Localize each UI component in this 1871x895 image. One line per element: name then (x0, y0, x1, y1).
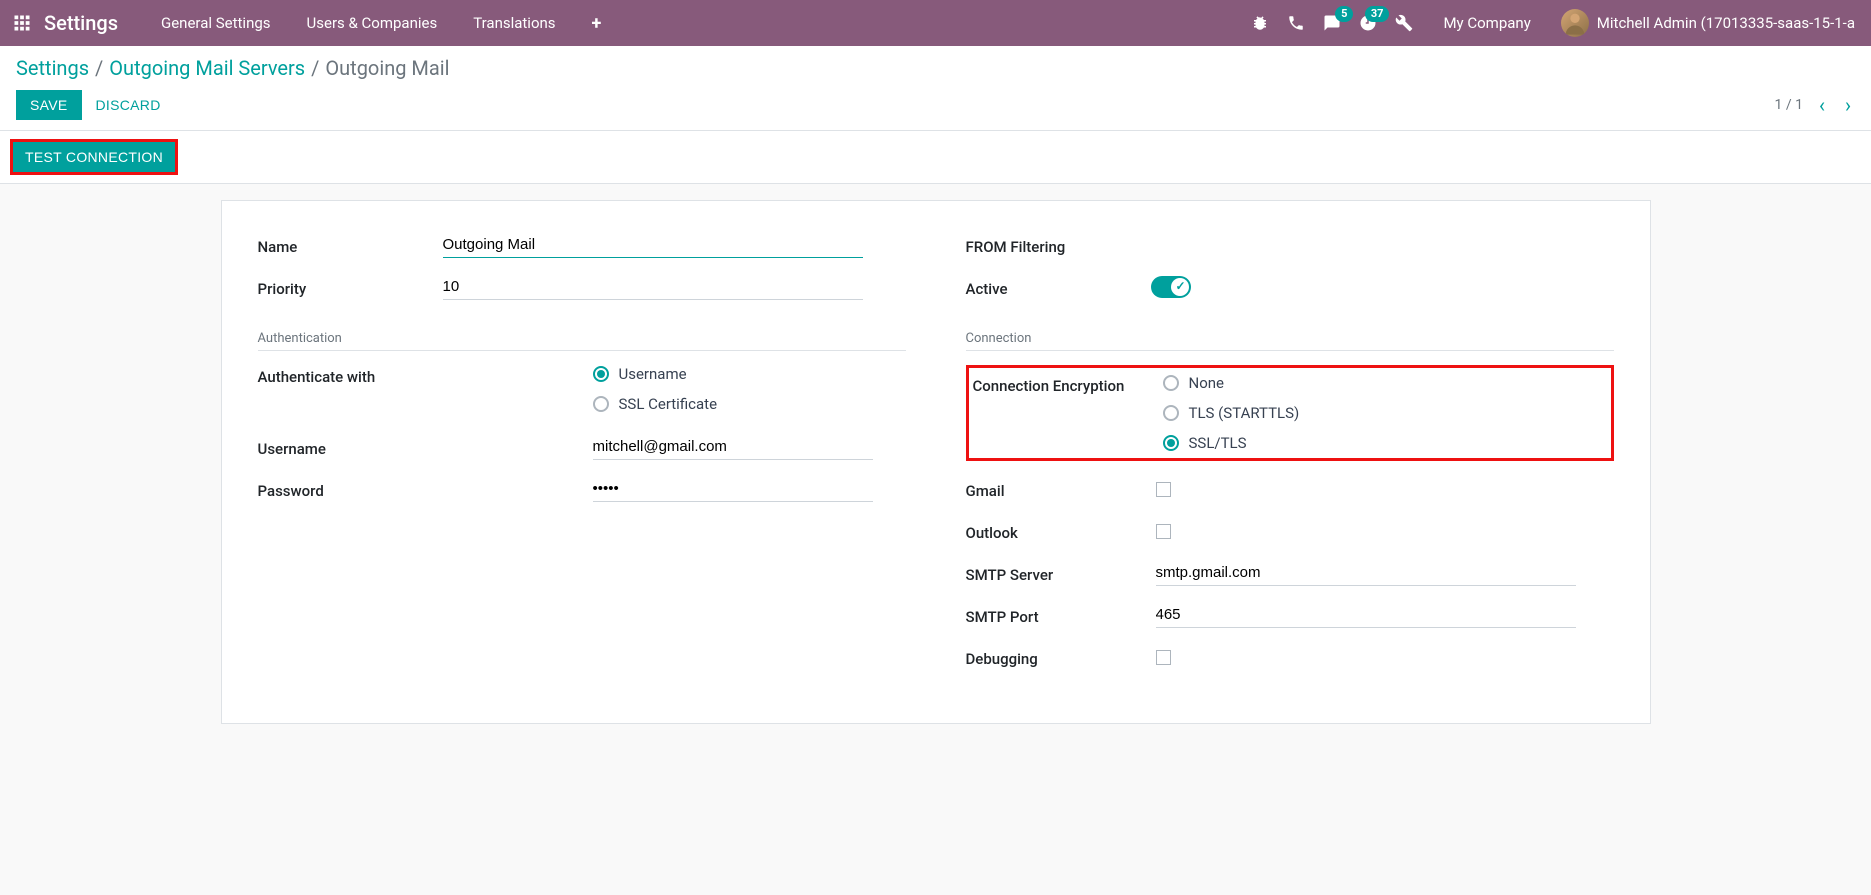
outlook-label: Outlook (966, 521, 1156, 542)
name-input[interactable] (443, 232, 863, 258)
debugging-checkbox[interactable] (1156, 650, 1171, 665)
active-label: Active (966, 277, 1151, 298)
breadcrumb-mail-servers[interactable]: Outgoing Mail Servers (109, 56, 305, 80)
active-toggle[interactable]: ✓ (1151, 276, 1191, 298)
breadcrumb-sep: / (95, 56, 103, 80)
activities-icon[interactable]: 37 (1359, 14, 1377, 32)
connection-section: Connection (966, 331, 1614, 351)
form-sheet: Name Priority Authentication Authenticat… (221, 200, 1651, 724)
name-label: Name (258, 235, 443, 256)
enc-radio-tls[interactable]: TLS (STARTTLS) (1163, 404, 1607, 422)
debugging-label: Debugging (966, 647, 1156, 668)
breadcrumb: Settings / Outgoing Mail Servers / Outgo… (16, 56, 1855, 80)
app-brand[interactable]: Settings (44, 11, 118, 35)
avatar (1561, 9, 1589, 37)
pager-text: 1 / 1 (1775, 97, 1803, 113)
radio-unchecked-icon (1163, 405, 1179, 421)
radio-checked-icon (1163, 435, 1179, 451)
breadcrumb-settings[interactable]: Settings (16, 56, 89, 80)
smtp-server-input[interactable] (1156, 560, 1576, 586)
password-input[interactable] (593, 476, 873, 502)
tools-icon[interactable] (1395, 14, 1413, 32)
auth-radio-group: Username SSL Certificate (593, 365, 906, 413)
systray: 5 37 My Company Mitchell Admin (17013335… (1251, 9, 1855, 37)
enc-radio-ssl[interactable]: SSL/TLS (1163, 434, 1607, 452)
pager-next-icon[interactable]: › (1841, 93, 1855, 117)
gmail-label: Gmail (966, 479, 1156, 500)
form-left-column: Name Priority Authentication Authenticat… (258, 229, 906, 683)
messaging-badge: 5 (1335, 6, 1353, 22)
test-connection-button[interactable]: Test Connection (13, 142, 175, 172)
password-label: Password (258, 479, 443, 500)
menu-general-settings[interactable]: General Settings (143, 0, 289, 46)
username-input[interactable] (593, 434, 873, 460)
encryption-radio-group: None TLS (STARTTLS) SSL/TLS (1163, 374, 1607, 452)
user-name: Mitchell Admin (17013335-saas-15-1-a (1597, 14, 1855, 32)
breadcrumb-sep: / (311, 56, 319, 80)
smtp-server-label: SMTP Server (966, 563, 1156, 584)
company-selector[interactable]: My Company (1443, 14, 1530, 32)
from-filtering-label: FROM Filtering (966, 235, 1151, 256)
enc-radio-none[interactable]: None (1163, 374, 1607, 392)
discard-button[interactable]: Discard (82, 90, 175, 120)
top-menu: General Settings Users & Companies Trans… (143, 0, 619, 46)
user-menu[interactable]: Mitchell Admin (17013335-saas-15-1-a (1561, 9, 1855, 37)
highlight-test-connection: Test Connection (10, 139, 178, 175)
authentication-section: Authentication (258, 331, 906, 351)
menu-add-icon[interactable]: + (574, 0, 620, 46)
username-label: Username (258, 437, 443, 458)
menu-users-companies[interactable]: Users & Companies (289, 0, 456, 46)
apps-icon[interactable] (8, 9, 36, 37)
messaging-icon[interactable]: 5 (1323, 14, 1341, 32)
gmail-checkbox[interactable] (1156, 482, 1171, 497)
check-icon: ✓ (1175, 279, 1185, 293)
smtp-port-label: SMTP Port (966, 605, 1156, 626)
phone-icon[interactable] (1287, 14, 1305, 32)
top-navbar: Settings General Settings Users & Compan… (0, 0, 1871, 46)
control-panel: Settings / Outgoing Mail Servers / Outgo… (0, 46, 1871, 131)
priority-input[interactable] (443, 274, 863, 300)
smtp-port-input[interactable] (1156, 602, 1576, 628)
menu-translations[interactable]: Translations (455, 0, 573, 46)
debug-icon[interactable] (1251, 14, 1269, 32)
authenticate-with-label: Authenticate with (258, 365, 443, 386)
priority-label: Priority (258, 277, 443, 298)
radio-unchecked-icon (593, 396, 609, 412)
conn-encryption-label: Connection Encryption (973, 374, 1163, 395)
save-button[interactable]: Save (16, 90, 82, 120)
activities-badge: 37 (1365, 6, 1390, 22)
pager: 1 / 1 ‹ › (1775, 93, 1856, 117)
statusbar: Test Connection (0, 131, 1871, 184)
pager-prev-icon[interactable]: ‹ (1815, 93, 1829, 117)
form-right-column: FROM Filtering Active ✓ Connection Conne… (966, 229, 1614, 683)
auth-radio-username[interactable]: Username (593, 365, 906, 383)
radio-unchecked-icon (1163, 375, 1179, 391)
outlook-checkbox[interactable] (1156, 524, 1171, 539)
auth-radio-ssl-cert[interactable]: SSL Certificate (593, 395, 906, 413)
breadcrumb-current: Outgoing Mail (325, 56, 449, 80)
highlight-connection-encryption: Connection Encryption None TLS (STARTTLS… (966, 365, 1614, 461)
radio-checked-icon (593, 366, 609, 382)
